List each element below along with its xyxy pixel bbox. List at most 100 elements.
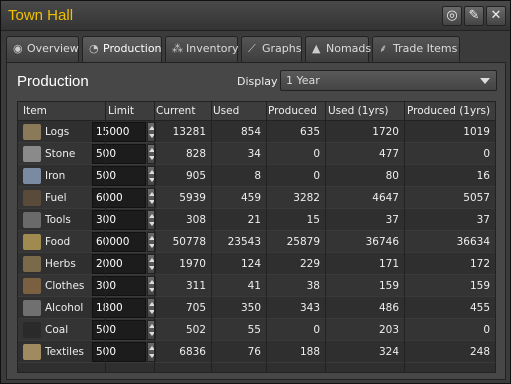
cell-produced1: 0 bbox=[483, 148, 490, 160]
table-row: Textiles 500 6836 76 188 324 248 bbox=[18, 341, 495, 363]
cell-produced1: 16 bbox=[476, 170, 490, 182]
header-used[interactable]: Used bbox=[213, 105, 239, 117]
display-value: 1 Year bbox=[286, 74, 320, 87]
tab-production[interactable]: ◔ Production bbox=[82, 36, 162, 63]
pin-icon[interactable]: ✎ bbox=[464, 6, 484, 26]
column-divider bbox=[325, 102, 326, 372]
item-name: Alcohol bbox=[45, 302, 84, 314]
header-produced-1yrs[interactable]: Produced (1yrs) bbox=[407, 105, 490, 117]
iron-icon bbox=[23, 168, 41, 184]
cell-used1: 486 bbox=[378, 302, 399, 314]
production-panel: Production Display 1 Year Item Limit Cur… bbox=[6, 62, 506, 380]
cell-current: 50778 bbox=[172, 236, 206, 248]
header-current[interactable]: Current bbox=[156, 105, 195, 117]
item-name: Tools bbox=[45, 214, 71, 226]
header-item[interactable]: Item bbox=[23, 105, 47, 117]
gauge-icon: ◔ bbox=[89, 42, 99, 55]
target-icon[interactable]: ◎ bbox=[442, 6, 462, 26]
limit-input[interactable]: 6000 bbox=[92, 188, 146, 208]
cell-current: 502 bbox=[185, 324, 206, 336]
tab-inventory[interactable]: ⁂ Inventory bbox=[165, 36, 239, 62]
cell-produced: 38 bbox=[306, 280, 320, 292]
herbs-icon bbox=[23, 256, 41, 272]
cell-produced: 0 bbox=[313, 148, 320, 160]
page-title: Production bbox=[17, 73, 89, 90]
table-row: Logs 15000 13281 854 635 1720 1019 bbox=[18, 121, 495, 143]
cell-used1: 36746 bbox=[365, 236, 399, 248]
limit-input[interactable]: 1800 bbox=[92, 298, 146, 318]
header-used-1yrs[interactable]: Used (1yrs) bbox=[328, 105, 389, 117]
header-produced[interactable]: Produced bbox=[268, 105, 317, 117]
cell-produced1: 159 bbox=[469, 280, 490, 292]
tab-overview[interactable]: ◉ Overview bbox=[6, 36, 79, 62]
town-hall-window: Town Hall ◎ ✎ ✕ ◉ Overview ◔ Production ⁂ I… bbox=[0, 0, 511, 384]
cell-produced1: 36634 bbox=[456, 236, 490, 248]
cell-current: 6836 bbox=[179, 346, 206, 358]
column-divider bbox=[211, 102, 212, 372]
table-row: Iron 500 905 8 0 80 16 bbox=[18, 165, 495, 187]
tab-label: Inventory bbox=[186, 42, 239, 55]
table-row: Alcohol 1800 705 350 343 486 455 bbox=[18, 297, 495, 319]
eye-icon: ◉ bbox=[13, 42, 23, 55]
cell-used: 76 bbox=[247, 346, 261, 358]
tab-label: Trade Items bbox=[393, 42, 458, 55]
boxes-icon: ⁂ bbox=[172, 42, 183, 55]
limit-input[interactable]: 15000 bbox=[92, 122, 146, 142]
display-dropdown[interactable]: 1 Year bbox=[280, 70, 497, 91]
cell-used: 41 bbox=[247, 280, 261, 292]
limit-input[interactable]: 2000 bbox=[92, 254, 146, 274]
item-name: Stone bbox=[45, 148, 76, 160]
window-title: Town Hall bbox=[8, 7, 74, 24]
tab-label: Production bbox=[103, 42, 162, 55]
cell-produced: 15 bbox=[306, 214, 320, 226]
limit-input[interactable]: 500 bbox=[92, 144, 146, 164]
cell-current: 311 bbox=[185, 280, 206, 292]
item-name: Clothes bbox=[45, 280, 85, 292]
cell-used1: 37 bbox=[385, 214, 399, 226]
cell-current: 13281 bbox=[172, 126, 206, 138]
table-row: Stone 500 828 34 0 477 0 bbox=[18, 143, 495, 165]
cell-used1: 159 bbox=[378, 280, 399, 292]
chevron-down-icon bbox=[480, 78, 490, 84]
table-row: Fuel 6000 5939 459 3282 4647 5057 bbox=[18, 187, 495, 209]
limit-input[interactable]: 500 bbox=[92, 320, 146, 340]
coal-icon bbox=[23, 322, 41, 338]
tab-trade-items[interactable]: ⸙ Trade Items bbox=[372, 36, 460, 62]
cell-used: 854 bbox=[240, 126, 261, 138]
cell-produced1: 172 bbox=[469, 258, 490, 270]
column-divider bbox=[154, 102, 155, 372]
stone-icon bbox=[23, 146, 41, 162]
food-icon bbox=[23, 234, 41, 250]
cell-produced1: 0 bbox=[483, 324, 490, 336]
limit-input[interactable]: 60000 bbox=[92, 232, 146, 252]
cell-used: 459 bbox=[240, 192, 261, 204]
cell-produced: 0 bbox=[313, 170, 320, 182]
limit-input[interactable]: 300 bbox=[92, 276, 146, 296]
textiles-icon bbox=[23, 344, 41, 360]
item-name: Iron bbox=[45, 170, 66, 182]
table-row: Food 60000 50778 23543 25879 36746 36634 bbox=[18, 231, 495, 253]
cell-current: 308 bbox=[185, 214, 206, 226]
cell-produced1: 1019 bbox=[463, 126, 490, 138]
limit-input[interactable]: 500 bbox=[92, 342, 146, 362]
cell-used: 55 bbox=[247, 324, 261, 336]
column-divider bbox=[404, 102, 405, 372]
cell-produced1: 37 bbox=[476, 214, 490, 226]
tab-graphs[interactable]: ⟋ Graphs bbox=[241, 36, 302, 62]
limit-input[interactable]: 500 bbox=[92, 166, 146, 186]
tent-icon: ▲ bbox=[312, 42, 321, 55]
cell-used: 23543 bbox=[227, 236, 261, 248]
table-row: Tools 300 308 21 15 37 37 bbox=[18, 209, 495, 231]
tab-bar: ◉ Overview ◔ Production ⁂ Inventory ⟋ Graphs… bbox=[6, 36, 506, 63]
cell-produced: 635 bbox=[299, 126, 320, 138]
cell-current: 5939 bbox=[179, 192, 206, 204]
item-name: Textiles bbox=[45, 346, 85, 358]
cell-produced: 229 bbox=[299, 258, 320, 270]
header-limit[interactable]: Limit bbox=[108, 105, 134, 117]
table-row: Herbs 2000 1970 124 229 171 172 bbox=[18, 253, 495, 275]
tab-nomads[interactable]: ▲ Nomads bbox=[305, 36, 371, 62]
title-bar[interactable]: Town Hall ◎ ✎ ✕ bbox=[1, 1, 510, 31]
graph-icon: ⟋ bbox=[248, 42, 256, 55]
limit-input[interactable]: 300 bbox=[92, 210, 146, 230]
close-icon[interactable]: ✕ bbox=[486, 6, 506, 26]
